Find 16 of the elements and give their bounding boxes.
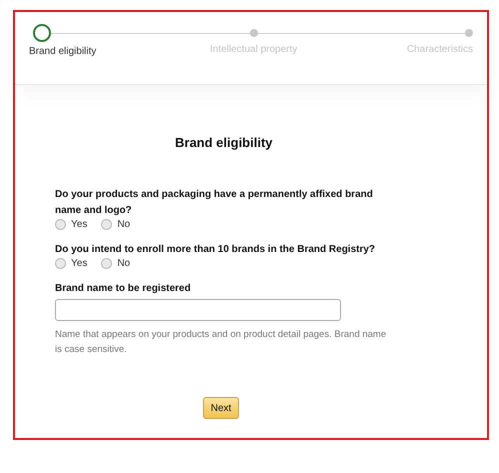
question-label: Do your products and packaging have a permanently affixed brand name and logo? <box>55 188 374 218</box>
radio-button[interactable] <box>55 219 66 230</box>
brand-name-field[interactable] <box>55 299 341 321</box>
question-label: Do you intend to enroll more than 10 brands in the Brand Registry? <box>55 243 376 257</box>
option-label: Yes <box>71 219 88 230</box>
option-label: Yes <box>71 258 88 269</box>
step-label[interactable]: Brand eligibility <box>29 46 96 57</box>
help-text: Name that appears on your products and on product detail pages. Brand name is case sensitive. <box>55 328 388 357</box>
option-label: No <box>117 258 130 269</box>
radio-button[interactable] <box>101 258 112 269</box>
radio-button[interactable] <box>55 258 66 269</box>
next-button[interactable]: Next <box>203 397 239 419</box>
radio-button[interactable] <box>101 219 112 230</box>
form-title: Brand eligibility <box>175 135 274 150</box>
option-label: No <box>117 219 130 230</box>
field-label: Brand name to be registered <box>55 282 192 296</box>
